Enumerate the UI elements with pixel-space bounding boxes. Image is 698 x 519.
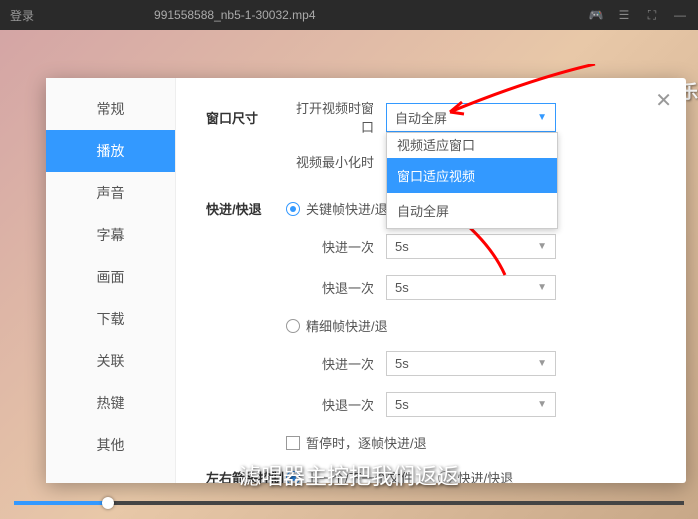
window-mode-dropdown: 视频适应窗口 窗口适应视频 自动全屏 (386, 132, 558, 229)
filename: 991558588_nb5-1-30032.mp4 (154, 8, 315, 22)
sidebar-item-assoc[interactable]: 关联 (46, 340, 175, 382)
login-text[interactable]: 登录 (10, 7, 34, 24)
sidebar-item-audio[interactable]: 声音 (46, 172, 175, 214)
keyframe-label: 关键帧快进/退 (306, 199, 388, 218)
minimize-icon[interactable]: — (672, 7, 688, 23)
dropdown-item-1[interactable]: 窗口适应视频 (387, 158, 557, 193)
backward-select2[interactable]: 5s ▼ (386, 392, 556, 417)
dropdown-item-2[interactable]: 自动全屏 (387, 193, 557, 228)
sidebar-item-download[interactable]: 下载 (46, 298, 175, 340)
window-size-title: 窗口尺寸 (206, 108, 286, 127)
select-value: 自动全屏 (395, 108, 447, 127)
settings-sidebar: 常规 播放 声音 字幕 画面 下载 关联 热键 其他 (46, 78, 176, 483)
radio-icon (286, 202, 300, 216)
gamepad-icon[interactable]: 🎮 (588, 7, 604, 23)
forward-label: 快进一次 (316, 237, 386, 256)
forward-select2[interactable]: 5s ▼ (386, 351, 556, 376)
checkbox-icon (286, 436, 300, 450)
backward-label2: 快退一次 (316, 395, 386, 414)
chevron-down-icon: ▼ (537, 112, 547, 123)
backward-select[interactable]: 5s ▼ (386, 275, 556, 300)
keyframe-radio[interactable]: 关键帧快进/退 (286, 199, 388, 218)
video-subtitle: 滤唱器主控把我们返返 (0, 459, 698, 491)
frame-label: 精细帧快进/退 (306, 316, 388, 335)
chevron-down-icon: ▼ (537, 358, 547, 369)
progress-fill (14, 501, 108, 505)
progress-bar[interactable] (14, 501, 684, 505)
open-window-label: 打开视频时窗口 (286, 98, 386, 136)
ff-title: 快进/快退 (206, 199, 286, 218)
title-bar: 登录 991558588_nb5-1-30032.mp4 🎮 ☰ ⛶ — (0, 0, 698, 30)
frame-radio[interactable]: 精细帧快进/退 (286, 316, 388, 335)
sidebar-item-picture[interactable]: 画面 (46, 256, 175, 298)
chevron-down-icon: ▼ (537, 282, 547, 293)
pause-checkbox[interactable]: 暂停时，逐帧快进/退 (286, 433, 427, 452)
forward-label2: 快进一次 (316, 354, 386, 373)
dropdown-item-0[interactable]: 视频适应窗口 (387, 133, 557, 158)
settings-dialog: 常规 播放 声音 字幕 画面 下载 关联 热键 其他 ✕ 窗口尺寸 打开视频时窗… (46, 78, 686, 483)
video-min-label: 视频最小化时 (286, 152, 386, 171)
chevron-down-icon: ▼ (537, 241, 547, 252)
window-mode-select[interactable]: 自动全屏 ▼ 视频适应窗口 窗口适应视频 自动全屏 (386, 103, 556, 132)
settings-content: ✕ 窗口尺寸 打开视频时窗口 自动全屏 ▼ 视频适应窗口 窗口适应视频 自动全屏… (176, 78, 686, 483)
progress-thumb[interactable] (102, 497, 114, 509)
forward-select[interactable]: 5s ▼ (386, 234, 556, 259)
sidebar-item-hotkey[interactable]: 热键 (46, 382, 175, 424)
list-icon[interactable]: ☰ (616, 7, 632, 23)
expand-icon[interactable]: ⛶ (644, 7, 660, 23)
pause-label: 暂停时，逐帧快进/退 (306, 433, 427, 452)
sidebar-item-subtitle[interactable]: 字幕 (46, 214, 175, 256)
sidebar-item-general[interactable]: 常规 (46, 88, 175, 130)
backward-label: 快退一次 (316, 278, 386, 297)
sidebar-item-playback[interactable]: 播放 (46, 130, 175, 172)
chevron-down-icon: ▼ (537, 399, 547, 410)
radio-icon (286, 319, 300, 333)
close-icon[interactable]: ✕ (655, 88, 672, 113)
